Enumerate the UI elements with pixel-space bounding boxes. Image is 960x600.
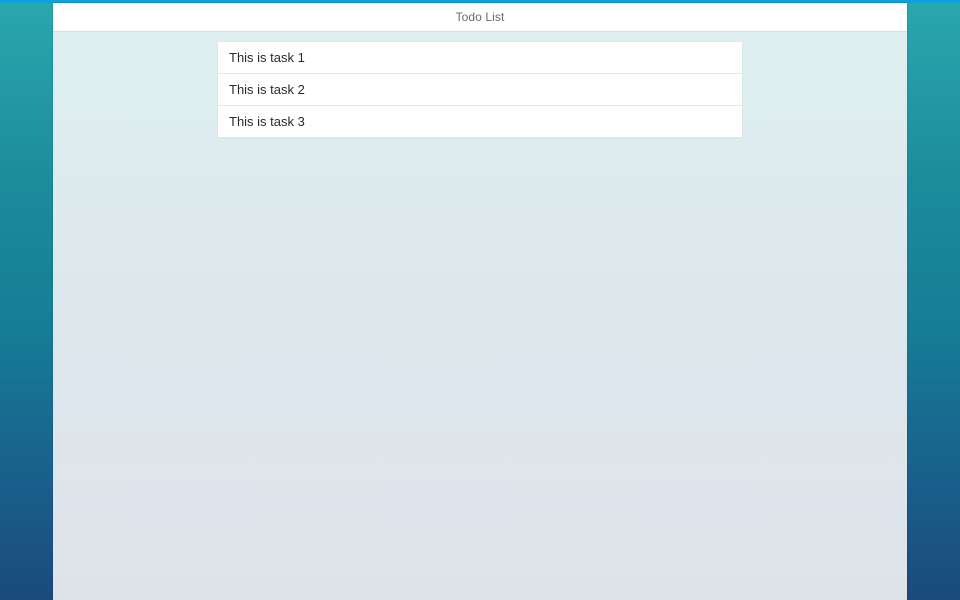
todo-app-window: Todo List This is task 1 This is task 2 … <box>53 3 907 600</box>
task-item[interactable]: This is task 2 <box>218 74 742 106</box>
task-item[interactable]: This is task 1 <box>218 42 742 74</box>
app-header: Todo List <box>53 3 907 32</box>
page-title: Todo List <box>455 10 505 24</box>
task-label: This is task 1 <box>229 50 305 65</box>
task-label: This is task 3 <box>229 114 305 129</box>
task-label: This is task 2 <box>229 82 305 97</box>
task-list: This is task 1 This is task 2 This is ta… <box>218 42 742 138</box>
task-item[interactable]: This is task 3 <box>218 106 742 138</box>
